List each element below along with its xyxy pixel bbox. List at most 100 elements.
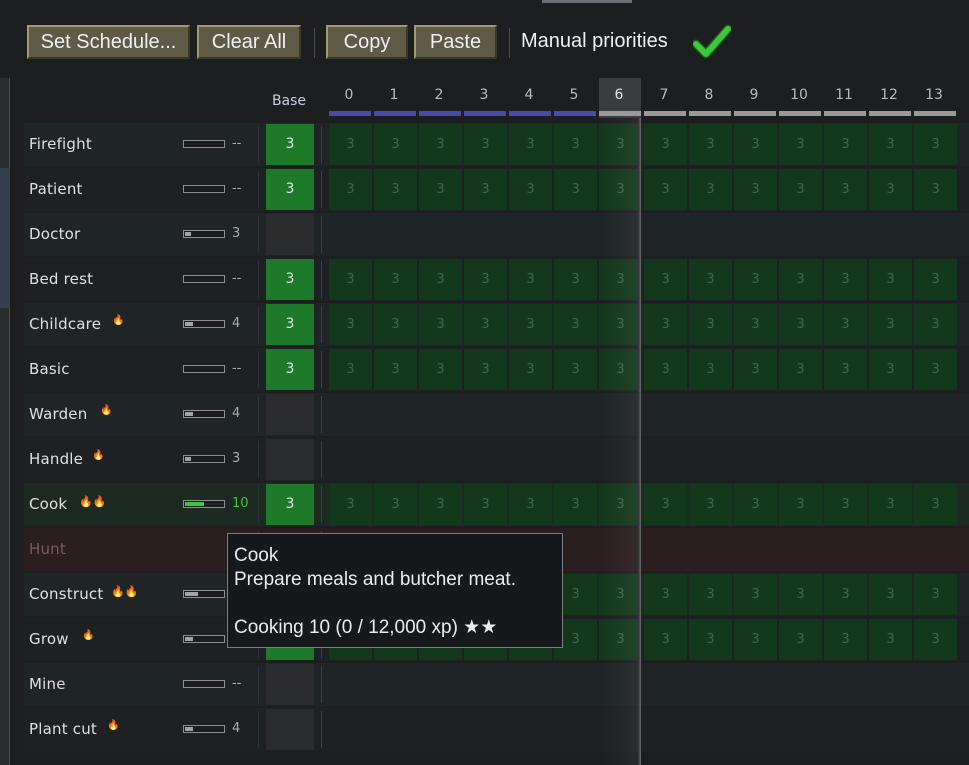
hour-priority-cell-0[interactable]: 3 xyxy=(329,304,372,345)
base-priority-cell[interactable] xyxy=(266,709,314,750)
hour-priority-cell-12[interactable]: 3 xyxy=(869,574,912,615)
hour-priority-cell-10[interactable]: 3 xyxy=(779,484,822,525)
hour-priority-cell-7[interactable]: 3 xyxy=(644,169,687,210)
hour-priority-cell-12[interactable]: 3 xyxy=(869,619,912,660)
hour-priority-cell-12[interactable]: 3 xyxy=(869,169,912,210)
hour-priority-cell-3[interactable]: 3 xyxy=(464,124,507,165)
hour-priority-cell-11[interactable]: 3 xyxy=(824,259,867,300)
work-type-label[interactable]: Grow xyxy=(29,630,69,648)
hour-priority-cell-3[interactable]: 3 xyxy=(464,349,507,390)
hour-priority-cell-11[interactable]: 3 xyxy=(824,124,867,165)
hour-priority-cell-13[interactable]: 3 xyxy=(914,304,957,345)
hour-priority-cell-10[interactable]: 3 xyxy=(779,259,822,300)
hour-priority-cell-8[interactable]: 3 xyxy=(689,619,732,660)
hour-priority-cell-3[interactable]: 3 xyxy=(464,304,507,345)
hour-priority-cell-0[interactable]: 3 xyxy=(329,259,372,300)
hour-header-0[interactable]: 0 xyxy=(327,87,371,103)
set-schedule-button[interactable]: Set Schedule... xyxy=(27,25,190,59)
hour-priority-cell-0[interactable]: 3 xyxy=(329,484,372,525)
checkmark-icon[interactable] xyxy=(693,24,731,60)
copy-button[interactable]: Copy xyxy=(326,25,408,59)
hour-header-12[interactable]: 12 xyxy=(867,87,911,103)
work-type-label[interactable]: Construct xyxy=(29,585,103,603)
work-type-label[interactable]: Hunt xyxy=(29,540,66,558)
hour-priority-cell-4[interactable]: 3 xyxy=(509,484,552,525)
hour-priority-cell-10[interactable]: 3 xyxy=(779,169,822,210)
hour-priority-cell-13[interactable]: 3 xyxy=(914,124,957,165)
hour-header-9[interactable]: 9 xyxy=(732,87,776,103)
hour-priority-cell-13[interactable]: 3 xyxy=(914,169,957,210)
hour-priority-cell-1[interactable]: 3 xyxy=(374,349,417,390)
work-type-label[interactable]: Firefight xyxy=(29,135,92,153)
work-type-label[interactable]: Handle xyxy=(29,450,83,468)
hour-priority-cell-2[interactable]: 3 xyxy=(419,304,462,345)
hour-header-6[interactable]: 6 xyxy=(597,87,641,103)
hour-priority-cell-2[interactable]: 3 xyxy=(419,124,462,165)
hour-priority-cell-0[interactable]: 3 xyxy=(329,124,372,165)
hour-priority-cell-8[interactable]: 3 xyxy=(689,259,732,300)
hour-priority-cell-13[interactable]: 3 xyxy=(914,619,957,660)
hour-header-7[interactable]: 7 xyxy=(642,87,686,103)
hour-priority-cell-2[interactable]: 3 xyxy=(419,259,462,300)
hour-priority-cell-5[interactable]: 3 xyxy=(554,124,597,165)
hour-priority-cell-8[interactable]: 3 xyxy=(689,349,732,390)
hour-priority-cell-11[interactable]: 3 xyxy=(824,169,867,210)
hour-priority-cell-12[interactable]: 3 xyxy=(869,124,912,165)
work-type-label[interactable]: Doctor xyxy=(29,225,80,243)
paste-button[interactable]: Paste xyxy=(414,25,497,59)
base-priority-cell[interactable] xyxy=(266,394,314,435)
hour-priority-cell-4[interactable]: 3 xyxy=(509,259,552,300)
hour-priority-cell-12[interactable]: 3 xyxy=(869,484,912,525)
hour-priority-cell-12[interactable]: 3 xyxy=(869,349,912,390)
work-type-label[interactable]: Warden xyxy=(29,405,87,423)
hour-priority-cell-5[interactable]: 3 xyxy=(554,349,597,390)
hour-priority-cell-12[interactable]: 3 xyxy=(869,259,912,300)
hour-header-10[interactable]: 10 xyxy=(777,87,821,103)
work-type-label[interactable]: Childcare xyxy=(29,315,101,333)
work-type-label[interactable]: Bed rest xyxy=(29,270,93,288)
hour-priority-cell-11[interactable]: 3 xyxy=(824,619,867,660)
hour-priority-cell-3[interactable]: 3 xyxy=(464,259,507,300)
hour-priority-cell-3[interactable]: 3 xyxy=(464,484,507,525)
hour-priority-cell-13[interactable]: 3 xyxy=(914,259,957,300)
hour-priority-cell-1[interactable]: 3 xyxy=(374,169,417,210)
hour-priority-cell-10[interactable]: 3 xyxy=(779,574,822,615)
hour-priority-cell-0[interactable]: 3 xyxy=(329,349,372,390)
hour-priority-cell-9[interactable]: 3 xyxy=(734,574,777,615)
hour-header-5[interactable]: 5 xyxy=(552,87,596,103)
base-priority-cell[interactable]: 3 xyxy=(266,484,314,525)
hour-header-2[interactable]: 2 xyxy=(417,87,461,103)
hour-priority-cell-8[interactable]: 3 xyxy=(689,169,732,210)
hour-header-3[interactable]: 3 xyxy=(462,87,506,103)
hour-priority-cell-7[interactable]: 3 xyxy=(644,259,687,300)
hour-priority-cell-9[interactable]: 3 xyxy=(734,484,777,525)
hour-priority-cell-11[interactable]: 3 xyxy=(824,349,867,390)
hour-priority-cell-5[interactable]: 3 xyxy=(554,259,597,300)
base-priority-cell[interactable] xyxy=(266,214,314,255)
work-type-label[interactable]: Patient xyxy=(29,180,83,198)
hour-priority-cell-8[interactable]: 3 xyxy=(689,304,732,345)
base-priority-cell[interactable] xyxy=(266,439,314,480)
hour-header-4[interactable]: 4 xyxy=(507,87,551,103)
hour-priority-cell-9[interactable]: 3 xyxy=(734,169,777,210)
hour-priority-cell-2[interactable]: 3 xyxy=(419,484,462,525)
hour-priority-cell-5[interactable]: 3 xyxy=(554,169,597,210)
hour-priority-cell-0[interactable]: 3 xyxy=(329,169,372,210)
hour-priority-cell-5[interactable]: 3 xyxy=(554,484,597,525)
hour-priority-cell-7[interactable]: 3 xyxy=(644,574,687,615)
hour-priority-cell-10[interactable]: 3 xyxy=(779,304,822,345)
hour-priority-cell-13[interactable]: 3 xyxy=(914,349,957,390)
work-type-label[interactable]: Cook xyxy=(29,495,67,513)
hour-priority-cell-8[interactable]: 3 xyxy=(689,124,732,165)
hour-priority-cell-10[interactable]: 3 xyxy=(779,349,822,390)
hour-priority-cell-9[interactable]: 3 xyxy=(734,619,777,660)
hour-priority-cell-4[interactable]: 3 xyxy=(509,304,552,345)
hour-header-8[interactable]: 8 xyxy=(687,87,731,103)
work-type-label[interactable]: Plant cut xyxy=(29,720,97,738)
hour-priority-cell-11[interactable]: 3 xyxy=(824,304,867,345)
hour-priority-cell-7[interactable]: 3 xyxy=(644,349,687,390)
hour-priority-cell-9[interactable]: 3 xyxy=(734,304,777,345)
base-priority-cell[interactable]: 3 xyxy=(266,304,314,345)
hour-priority-cell-1[interactable]: 3 xyxy=(374,259,417,300)
hour-header-13[interactable]: 13 xyxy=(912,87,956,103)
